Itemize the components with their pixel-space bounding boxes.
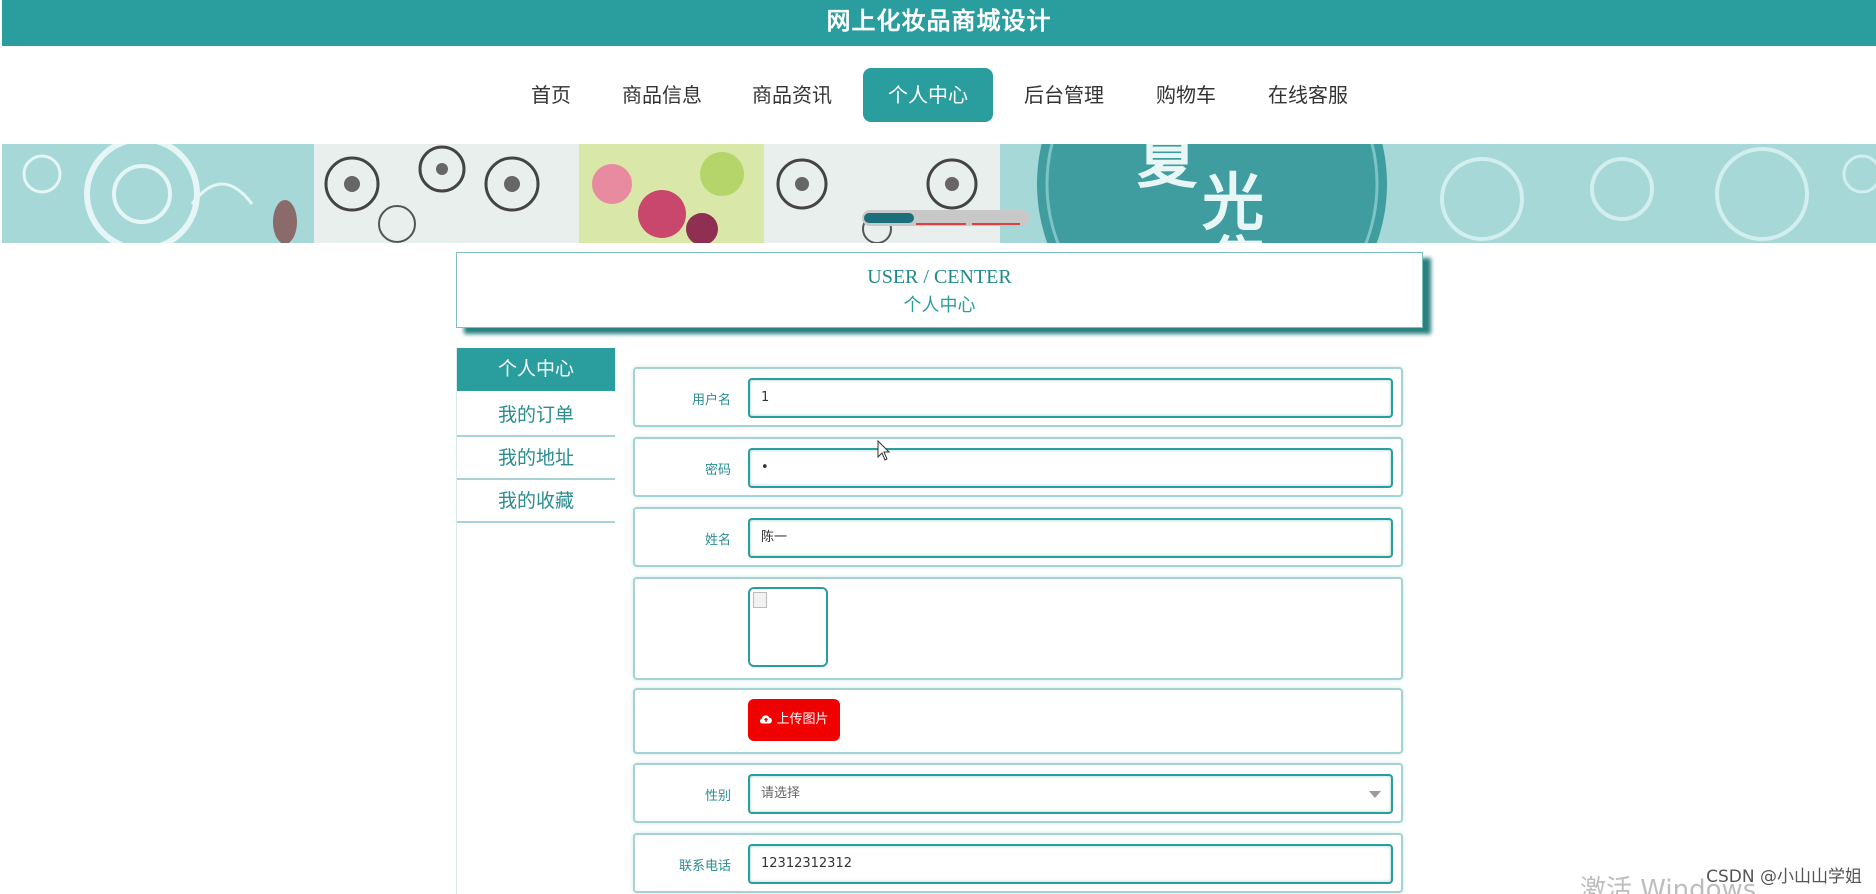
side-item-user-center[interactable]: 个人中心: [457, 348, 615, 391]
nav-service[interactable]: 在线客服: [1258, 68, 1358, 122]
upload-image-button[interactable]: 上传图片: [748, 699, 840, 741]
nav-news[interactable]: 商品资讯: [742, 68, 842, 122]
username-label: 用户名: [691, 393, 731, 408]
nav-cart[interactable]: 购物车: [1148, 68, 1224, 122]
gender-select-placeholder: 请选择: [761, 786, 801, 801]
form-row-upload: 上传图片: [633, 688, 1403, 754]
phone-input[interactable]: 12312312312: [748, 844, 1393, 884]
form-row-password: 密码 •: [633, 437, 1403, 497]
banner-image: 夏 光 售: [2, 144, 1876, 243]
gender-select[interactable]: 请选择: [748, 774, 1393, 814]
carousel-dot-2[interactable]: [916, 223, 966, 225]
form-row-gender: 性别 请选择: [633, 763, 1403, 823]
upload-button-label: 上传图片: [776, 712, 829, 727]
password-label: 密码: [704, 463, 731, 478]
password-input[interactable]: •: [748, 448, 1393, 488]
form-row-username: 用户名 1: [633, 367, 1403, 427]
username-input[interactable]: 1: [748, 378, 1393, 418]
name-input[interactable]: 陈一: [748, 518, 1393, 558]
carousel-dot-3[interactable]: [972, 223, 1020, 225]
site-title: 网上化妆品商城设计: [826, 7, 1052, 35]
name-label: 姓名: [704, 533, 731, 548]
csdn-watermark: CSDN @小山山学姐: [1706, 867, 1862, 887]
gender-label: 性别: [704, 789, 731, 804]
avatar-image: [748, 587, 828, 667]
form-row-phone: 联系电话 12312312312: [633, 833, 1403, 893]
heading-chinese: 个人中心: [903, 295, 976, 315]
nav-home[interactable]: 首页: [520, 68, 582, 122]
carousel-dot-1[interactable]: [864, 213, 914, 223]
side-item-address[interactable]: 我的地址: [457, 437, 615, 480]
banner-carousel[interactable]: 夏 光 售: [2, 144, 1876, 243]
chevron-down-icon: [1369, 791, 1381, 798]
site-header: 网上化妆品商城设计: [2, 0, 1876, 46]
svg-text:光: 光: [1202, 166, 1264, 239]
svg-text:夏: 夏: [1137, 144, 1198, 197]
main-nav: 首页 商品信息 商品资讯 个人中心 后台管理 购物车 在线客服: [0, 68, 1876, 122]
nav-products[interactable]: 商品信息: [612, 68, 712, 122]
nav-user-center[interactable]: 个人中心: [863, 68, 993, 122]
heading-english: USER / CENTER: [867, 266, 1012, 288]
form-row-avatar: [633, 577, 1403, 680]
side-menu: 个人中心 我的订单 我的地址 我的收藏: [456, 348, 615, 894]
page: 网上化妆品商城设计 首页 商品信息 商品资讯 个人中心 后台管理 购物车 在线客…: [0, 0, 1876, 894]
mouse-cursor-icon: [877, 440, 891, 461]
nav-admin[interactable]: 后台管理: [1014, 68, 1114, 122]
form-row-name: 姓名 陈一: [633, 507, 1403, 567]
side-item-favorites[interactable]: 我的收藏: [457, 480, 615, 523]
cloud-upload-icon: [760, 715, 773, 724]
carousel-indicators: [862, 210, 1030, 226]
side-item-orders[interactable]: 我的订单: [457, 394, 615, 437]
phone-label: 联系电话: [678, 859, 731, 874]
svg-text:售: 售: [1210, 230, 1268, 243]
broken-image-icon: [753, 592, 767, 608]
section-heading: USER / CENTER 个人中心: [456, 252, 1423, 328]
